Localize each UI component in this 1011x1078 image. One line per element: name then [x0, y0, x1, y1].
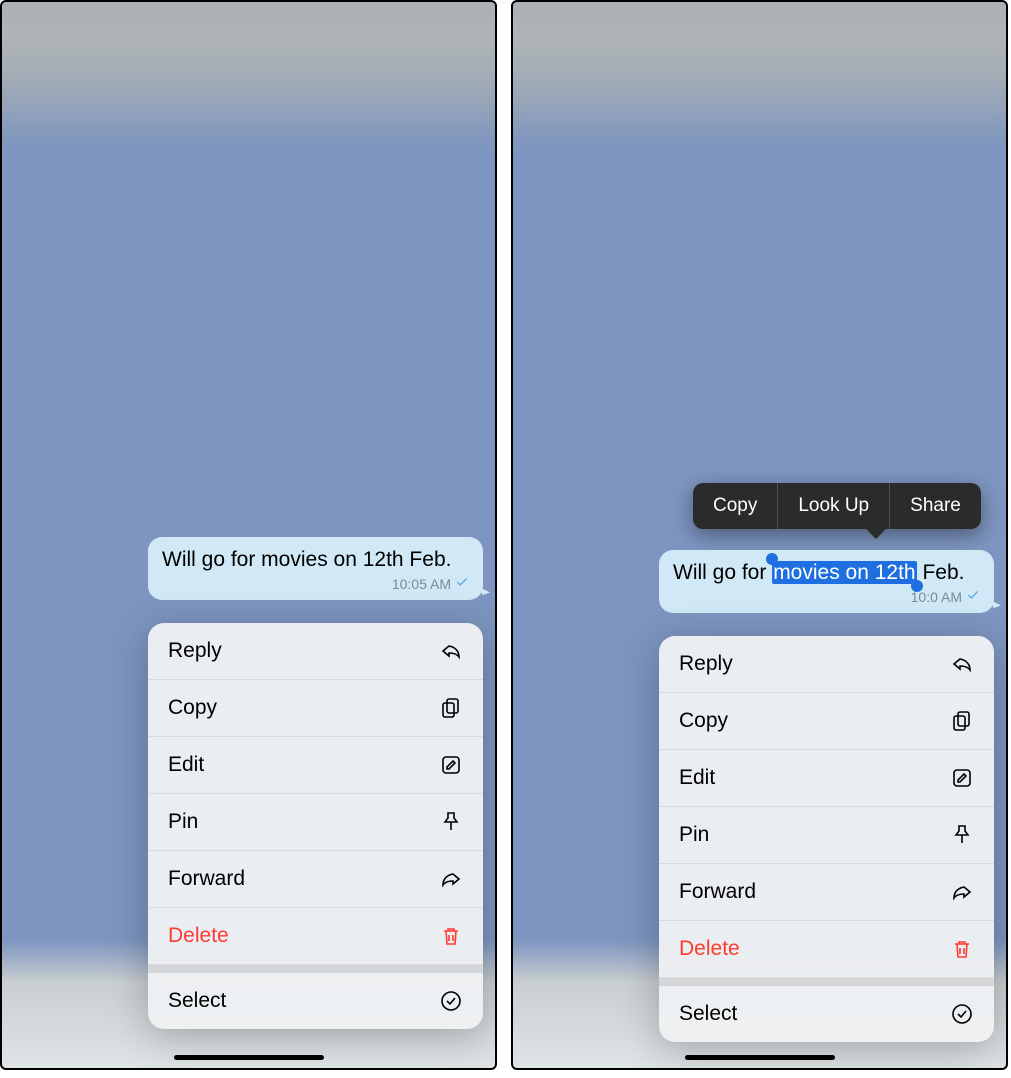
selection-share[interactable]: Share [890, 483, 981, 529]
menu-reply[interactable]: Reply [659, 636, 994, 693]
delivered-check-icon [455, 575, 469, 594]
reply-arrow-icon [439, 639, 463, 663]
menu-select-label: Select [679, 1002, 737, 1026]
forward-arrow-icon [439, 867, 463, 891]
selection-copy[interactable]: Copy [693, 483, 778, 529]
menu-forward[interactable]: Forward [659, 864, 994, 921]
menu-edit-label: Edit [168, 753, 204, 777]
message-time: 10:05 AM [392, 576, 451, 594]
menu-reply-label: Reply [168, 639, 222, 663]
selection-lookup[interactable]: Look Up [778, 483, 890, 529]
pin-icon [950, 823, 974, 847]
menu-select[interactable]: Select [148, 973, 483, 1029]
message-text-pre: Will go for [673, 561, 772, 584]
reply-arrow-icon [950, 652, 974, 676]
text-selection-popup: Copy Look Up Share [693, 483, 981, 529]
trash-icon [950, 937, 974, 961]
screen-right: Copy Look Up Share Will go for movies on… [511, 0, 1008, 1070]
menu-reply-label: Reply [679, 652, 733, 676]
menu-forward[interactable]: Forward [148, 851, 483, 908]
home-indicator[interactable] [174, 1055, 324, 1060]
menu-copy-label: Copy [168, 696, 217, 720]
menu-copy[interactable]: Copy [148, 680, 483, 737]
forward-arrow-icon [950, 880, 974, 904]
menu-delete[interactable]: Delete [659, 921, 994, 978]
menu-copy-label: Copy [679, 709, 728, 733]
menu-separator [659, 978, 994, 986]
message-text: Will go for movies on 12th Feb. [162, 548, 451, 571]
message-bubble[interactable]: Will go for movies on 12th Feb. 10:05 AM [148, 537, 483, 600]
select-circle-check-icon [950, 1002, 974, 1026]
menu-reply[interactable]: Reply [148, 623, 483, 680]
delivered-check-icon [966, 588, 980, 607]
menu-edit[interactable]: Edit [148, 737, 483, 794]
status-blur [513, 2, 1006, 132]
edit-pencil-icon [439, 753, 463, 777]
menu-select-label: Select [168, 989, 226, 1013]
selection-handle-end[interactable] [911, 580, 923, 592]
menu-pin-label: Pin [168, 810, 198, 834]
copy-docs-icon [950, 709, 974, 733]
menu-edit[interactable]: Edit [659, 750, 994, 807]
home-indicator[interactable] [685, 1055, 835, 1060]
menu-edit-label: Edit [679, 766, 715, 790]
message-text-post: Feb. [917, 561, 965, 584]
message-text-highlight[interactable]: movies on 12th [772, 561, 916, 584]
copy-docs-icon [439, 696, 463, 720]
menu-delete-label: Delete [168, 924, 229, 948]
menu-forward-label: Forward [679, 880, 756, 904]
menu-select[interactable]: Select [659, 986, 994, 1042]
pin-icon [439, 810, 463, 834]
menu-delete-label: Delete [679, 937, 740, 961]
menu-copy[interactable]: Copy [659, 693, 994, 750]
screen-left: Will go for movies on 12th Feb. 10:05 AM… [0, 0, 497, 1070]
menu-separator [148, 965, 483, 973]
menu-pin[interactable]: Pin [148, 794, 483, 851]
menu-delete[interactable]: Delete [148, 908, 483, 965]
select-circle-check-icon [439, 989, 463, 1013]
menu-pin[interactable]: Pin [659, 807, 994, 864]
trash-icon [439, 924, 463, 948]
menu-forward-label: Forward [168, 867, 245, 891]
edit-pencil-icon [950, 766, 974, 790]
status-blur [2, 2, 495, 132]
message-bubble[interactable]: Will go for movies on 12th Feb. 10:0 AM [659, 550, 994, 613]
context-menu: Reply Copy Edit Pin [148, 623, 483, 1029]
menu-pin-label: Pin [679, 823, 709, 847]
context-menu: Reply Copy Edit Pin [659, 636, 994, 1042]
